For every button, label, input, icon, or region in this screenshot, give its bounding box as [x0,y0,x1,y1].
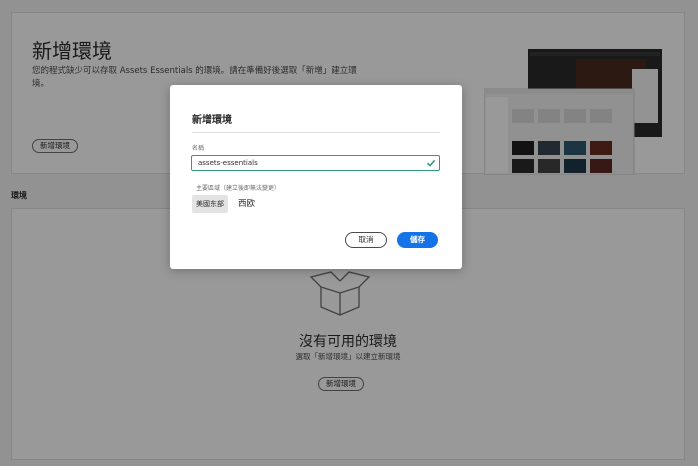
dialog-title: 新增環境 [192,115,232,126]
name-label: 名稱 [192,145,205,152]
add-environment-dialog: 新增環境 名稱 assets-essentials 主要區域（建立後即無法變更）… [170,85,462,269]
checkmark-icon [426,159,436,167]
name-input[interactable]: assets-essentials [191,155,440,171]
dialog-divider [192,132,440,133]
region-label: 主要區域（建立後即無法變更） [196,185,281,192]
save-button[interactable]: 儲存 [397,232,438,248]
cancel-button[interactable]: 取消 [345,232,387,248]
region-option-us-east[interactable]: 美國东部 [192,195,228,213]
region-option-west-europe[interactable]: 西欧 [234,195,259,213]
